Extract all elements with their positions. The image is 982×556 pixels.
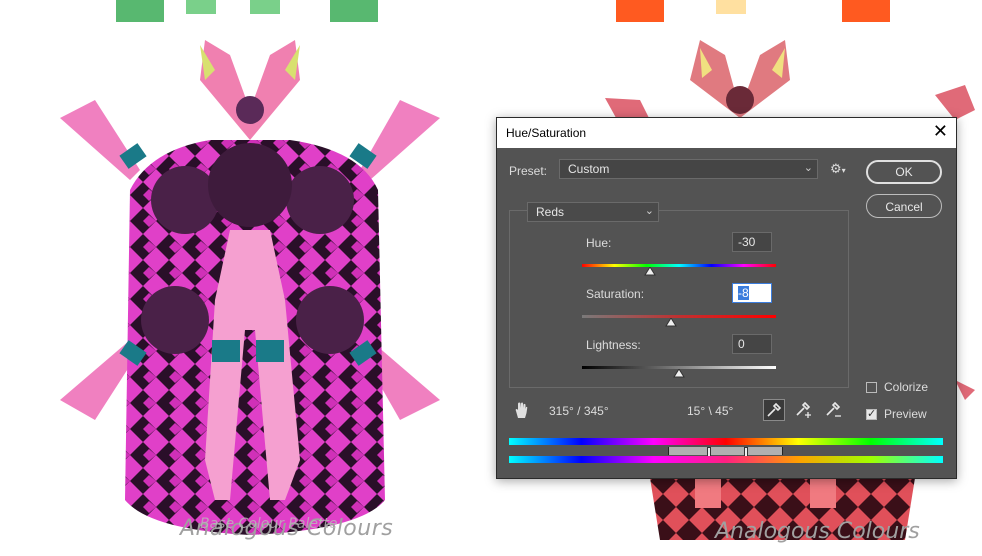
lightness-input[interactable]: 0 bbox=[732, 334, 772, 354]
eyedropper-plus-icon bbox=[796, 401, 811, 418]
eyedropper-add-button[interactable] bbox=[793, 399, 815, 421]
eyedropper-icon bbox=[767, 402, 782, 417]
saturation-slider-thumb[interactable] bbox=[665, 318, 677, 327]
eyedropper-minus-icon bbox=[826, 401, 841, 417]
chevron-down-icon: ⌄ bbox=[803, 162, 813, 174]
dialog-title: Hue/Saturation bbox=[506, 126, 587, 140]
left-overlay-caption: Base Colour Palette bbox=[200, 516, 338, 532]
gear-icon[interactable]: ⚙▾ bbox=[830, 162, 846, 177]
preview-checkbox[interactable] bbox=[866, 407, 877, 420]
hue-label: Hue: bbox=[586, 236, 612, 250]
preset-label: Preset: bbox=[509, 164, 548, 178]
lightness-label: Lightness: bbox=[586, 338, 641, 352]
chevron-down-icon: ⌄ bbox=[644, 205, 654, 217]
channel-select[interactable]: Reds ⌄ bbox=[527, 202, 659, 222]
close-icon[interactable]: ✕ bbox=[933, 122, 948, 142]
hue-saturation-dialog: Hue/Saturation ✕ Preset: Custom ⌄ ⚙▾ OK … bbox=[496, 117, 957, 479]
preset-value: Custom bbox=[568, 162, 610, 176]
source-color-bar bbox=[509, 438, 943, 445]
range-handle-outer-left[interactable] bbox=[668, 447, 669, 455]
eyedropper-subtract-button[interactable] bbox=[823, 399, 845, 421]
eyedropper-button[interactable] bbox=[763, 399, 785, 421]
range-left-readout: 315° / 345° bbox=[549, 404, 609, 418]
saturation-label: Saturation: bbox=[586, 287, 645, 301]
colorize-label: Colorize bbox=[884, 380, 929, 394]
saturation-value: -8 bbox=[738, 286, 749, 300]
hue-input[interactable]: -30 bbox=[732, 232, 772, 252]
result-color-bar bbox=[509, 456, 943, 463]
right-caption: Analogous Colours bbox=[713, 519, 920, 544]
targeted-adjustment-hand-icon[interactable] bbox=[513, 401, 529, 419]
adjustment-group bbox=[509, 210, 849, 388]
preset-select[interactable]: Custom ⌄ bbox=[559, 159, 818, 179]
top-figure-pieces bbox=[116, 0, 890, 22]
range-handle-outer-right[interactable] bbox=[782, 447, 783, 455]
left-figure bbox=[60, 40, 440, 535]
colorize-checkbox[interactable] bbox=[866, 382, 877, 393]
hue-slider-thumb[interactable] bbox=[644, 267, 656, 276]
hue-slider-track[interactable] bbox=[582, 264, 776, 267]
saturation-slider-track[interactable] bbox=[582, 315, 776, 318]
dialog-titlebar[interactable]: Hue/Saturation ✕ bbox=[497, 118, 956, 148]
lightness-slider-thumb[interactable] bbox=[673, 369, 685, 378]
preview-label: Preview bbox=[884, 407, 927, 421]
channel-value: Reds bbox=[536, 205, 565, 219]
ok-button[interactable]: OK bbox=[866, 160, 942, 184]
range-selection[interactable] bbox=[669, 447, 783, 455]
range-right-readout: 15° \ 45° bbox=[687, 404, 734, 418]
saturation-input[interactable]: -8 bbox=[732, 283, 772, 303]
cancel-button[interactable]: Cancel bbox=[866, 194, 942, 218]
